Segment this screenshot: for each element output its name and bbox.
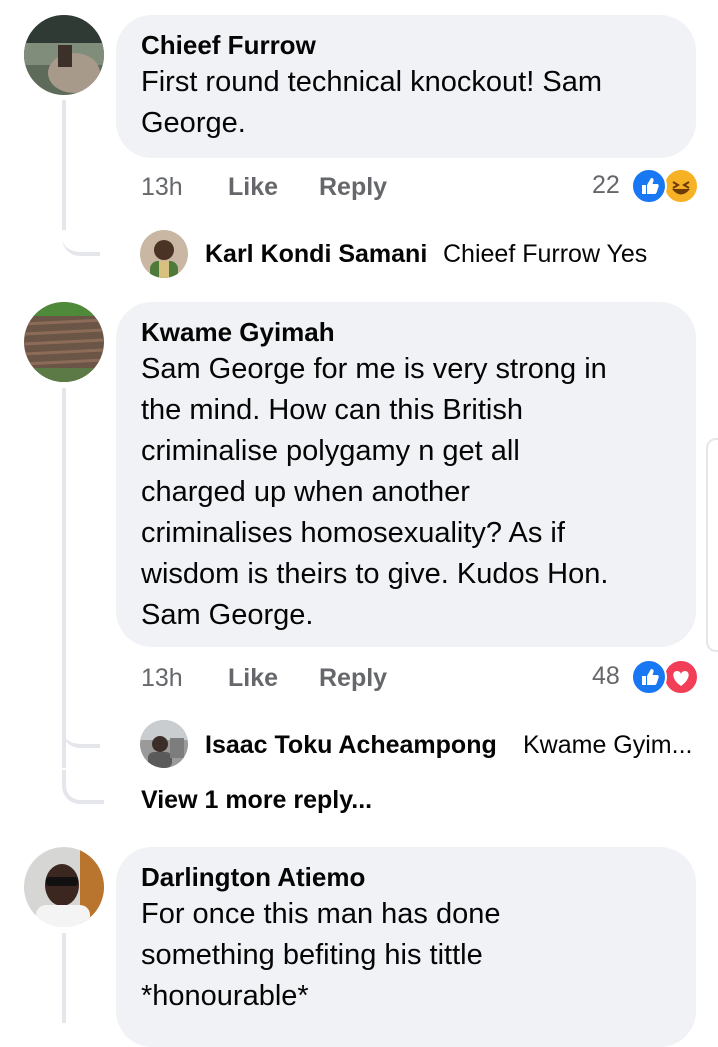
avatar[interactable] bbox=[24, 15, 104, 95]
comment-time[interactable]: 13h bbox=[141, 173, 183, 202]
like-icon[interactable] bbox=[631, 168, 667, 204]
avatar[interactable] bbox=[140, 230, 188, 278]
reaction-count[interactable]: 48 bbox=[592, 662, 620, 691]
haha-icon[interactable] bbox=[663, 168, 699, 204]
like-button[interactable]: Like bbox=[228, 173, 278, 202]
comment-author[interactable]: Kwame Gyimah bbox=[141, 316, 671, 348]
comment-text-line: For once this man has done bbox=[141, 898, 501, 930]
like-button[interactable]: Like bbox=[228, 664, 278, 693]
comment-bubble: Chieef Furrow First round technical knoc… bbox=[116, 15, 696, 158]
comment-text-line: something befiting his tittle bbox=[141, 939, 483, 971]
reply-author[interactable]: Isaac Toku Acheampong bbox=[205, 731, 497, 760]
like-icon[interactable] bbox=[631, 659, 667, 695]
avatar[interactable] bbox=[24, 847, 104, 927]
thread-line bbox=[62, 100, 66, 230]
comment-text-line: wisdom is theirs to give. Kudos Hon. bbox=[141, 558, 609, 590]
thread-line bbox=[62, 933, 66, 1023]
avatar[interactable] bbox=[24, 302, 104, 382]
reply-button[interactable]: Reply bbox=[319, 173, 387, 202]
comment-text-line: criminalises homosexuality? As if bbox=[141, 517, 565, 549]
love-icon[interactable] bbox=[663, 659, 699, 695]
reply-text: Kwame Gyim... bbox=[523, 731, 693, 759]
comment-author[interactable]: Darlington Atiemo bbox=[141, 861, 671, 893]
avatar[interactable] bbox=[140, 720, 188, 768]
comment-bubble: Kwame Gyimah Sam George for me is very s… bbox=[116, 302, 696, 647]
comment-text-line: charged up when another bbox=[141, 476, 470, 508]
comment-text-line: *honourable* bbox=[141, 980, 309, 1012]
comment-text-line: First round technical knockout! Sam bbox=[141, 66, 602, 98]
reply-author[interactable]: Karl Kondi Samani bbox=[205, 240, 427, 269]
comment-text-line: Sam George for me is very strong in bbox=[141, 353, 607, 385]
thread-connector bbox=[62, 716, 100, 748]
comment-author[interactable]: Chieef Furrow bbox=[141, 29, 671, 61]
comment-time[interactable]: 13h bbox=[141, 664, 183, 693]
reply-text: Chieef Furrow Yes bbox=[443, 240, 648, 268]
thread-connector bbox=[62, 224, 100, 256]
reaction-count[interactable]: 22 bbox=[592, 171, 620, 200]
view-more-replies-link[interactable]: View 1 more reply... bbox=[141, 786, 372, 815]
comment-bubble: Darlington Atiemo For once this man has … bbox=[116, 847, 696, 1047]
scroll-handle[interactable] bbox=[706, 438, 718, 652]
comment-text-line: George. bbox=[141, 107, 246, 139]
thread-connector bbox=[62, 770, 104, 804]
comment-text-line: criminalise polygamy n get all bbox=[141, 435, 520, 467]
comment-text-line: Sam George. bbox=[141, 599, 314, 631]
comment-text-line: the mind. How can this British bbox=[141, 394, 523, 426]
reply-button[interactable]: Reply bbox=[319, 664, 387, 693]
thread-line bbox=[62, 388, 66, 768]
